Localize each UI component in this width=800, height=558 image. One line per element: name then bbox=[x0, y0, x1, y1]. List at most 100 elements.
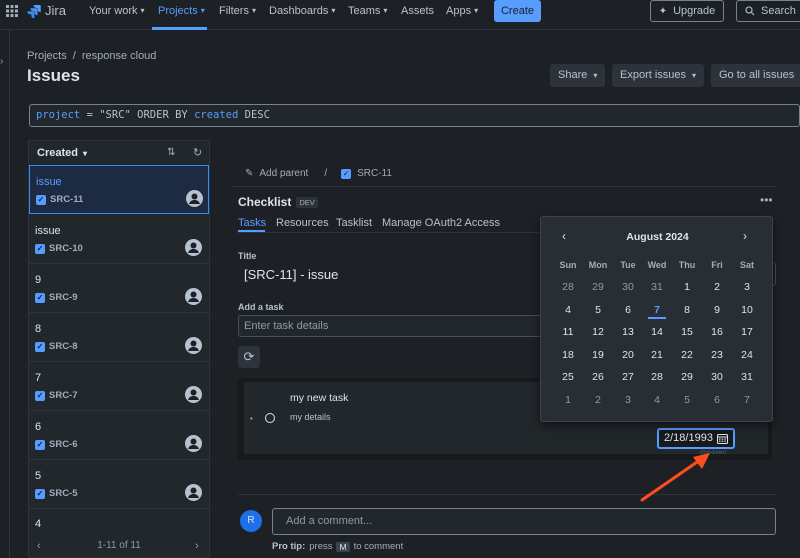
create-button[interactable]: Create bbox=[494, 0, 541, 22]
calendar-day[interactable]: 24 bbox=[732, 345, 762, 365]
calendar-day[interactable]: 11 bbox=[553, 322, 583, 342]
calendar-day[interactable]: 22 bbox=[672, 345, 702, 365]
issue-list-item[interactable]: 9 ✓ SRC-9 bbox=[29, 264, 209, 313]
calendar-day[interactable]: 20 bbox=[613, 345, 643, 365]
refresh-icon[interactable]: ↻ bbox=[193, 146, 202, 159]
issue-key-text: SRC-11 bbox=[50, 194, 84, 205]
calendar-day[interactable]: 19 bbox=[583, 345, 613, 365]
task-details-input[interactable]: Enter task details bbox=[238, 315, 542, 337]
add-parent-link[interactable]: Add parent bbox=[259, 168, 308, 179]
calendar-day[interactable]: 1 bbox=[553, 390, 583, 410]
checklist-title-text: Checklist bbox=[238, 195, 292, 209]
comment-input[interactable]: Add a comment... bbox=[272, 508, 776, 535]
issue-key-text: SRC-7 bbox=[49, 390, 78, 401]
nav-teams[interactable]: Teams ▾ bbox=[348, 0, 387, 22]
calendar-day[interactable]: 13 bbox=[613, 322, 643, 342]
title-field-value[interactable]: [SRC-11] - issue bbox=[244, 267, 338, 282]
issue-key-link[interactable]: SRC-11 bbox=[357, 168, 392, 179]
calendar-day[interactable]: 2 bbox=[583, 390, 613, 410]
share-button[interactable]: Share ▾ bbox=[550, 64, 606, 87]
calendar-month-title: August 2024 bbox=[626, 231, 689, 243]
nav-filters[interactable]: Filters ▾ bbox=[219, 0, 256, 22]
tab-tasks[interactable]: Tasks bbox=[238, 217, 266, 229]
jql-editor[interactable]: project = "SRC" ORDER BY created DESC bbox=[29, 104, 800, 127]
calendar-day[interactable]: 29 bbox=[583, 277, 613, 297]
sort-dropdown[interactable]: Created ▾ bbox=[37, 147, 87, 159]
more-icon[interactable]: ••• bbox=[760, 193, 773, 207]
calendar-day-today[interactable]: 7 bbox=[642, 300, 672, 320]
issue-list-item[interactable]: 7 ✓ SRC-7 bbox=[29, 362, 209, 411]
calendar-day[interactable]: 17 bbox=[732, 322, 762, 342]
calendar-day[interactable]: 29 bbox=[672, 367, 702, 387]
calendar-day[interactable]: 6 bbox=[702, 390, 732, 410]
nav-assets[interactable]: Assets bbox=[401, 0, 434, 22]
calendar-day[interactable]: 5 bbox=[672, 390, 702, 410]
issue-list-item[interactable]: issue ✓ SRC-10 bbox=[29, 215, 209, 264]
tab-manage-oauth2-access[interactable]: Manage OAuth2 Access bbox=[382, 217, 500, 229]
calendar-day[interactable]: 5 bbox=[583, 300, 613, 320]
task-complete-toggle[interactable] bbox=[265, 413, 275, 423]
calendar-day[interactable]: 9 bbox=[702, 300, 732, 320]
calendar-day[interactable]: 15 bbox=[672, 322, 702, 342]
nav-dashboards[interactable]: Dashboards ▾ bbox=[269, 0, 335, 22]
calendar-day[interactable]: 10 bbox=[732, 300, 762, 320]
sort-order-icon[interactable]: ⇅ bbox=[167, 147, 175, 158]
calendar-day[interactable]: 30 bbox=[702, 367, 732, 387]
nav-projects[interactable]: Projects ▾ bbox=[158, 0, 205, 22]
calendar-day[interactable]: 21 bbox=[642, 345, 672, 365]
calendar-day[interactable]: 31 bbox=[642, 277, 672, 297]
calendar-day[interactable]: 7 bbox=[732, 390, 762, 410]
next-page-icon[interactable]: › bbox=[195, 540, 199, 552]
calendar-day[interactable]: 27 bbox=[613, 367, 643, 387]
nav-apps[interactable]: Apps ▾ bbox=[446, 0, 478, 22]
go-to-all-issues-button[interactable]: Go to all issues bbox=[711, 64, 800, 87]
calendar-day[interactable]: 8 bbox=[672, 300, 702, 320]
refresh-tasks-button[interactable]: ⟳ bbox=[238, 346, 260, 368]
expand-sidebar-icon[interactable]: › bbox=[0, 56, 10, 68]
calendar-day[interactable]: 6 bbox=[613, 300, 643, 320]
calendar-day[interactable]: 3 bbox=[613, 390, 643, 410]
calendar-day[interactable]: 30 bbox=[613, 277, 643, 297]
issue-list-item[interactable]: 5 ✓ SRC-5 bbox=[29, 460, 209, 509]
calendar-day[interactable]: 16 bbox=[702, 322, 732, 342]
search-button[interactable]: Search bbox=[736, 0, 800, 22]
nav-label: Filters bbox=[219, 5, 249, 17]
calendar-day[interactable]: 25 bbox=[553, 367, 583, 387]
breadcrumb-separator: / bbox=[324, 168, 328, 179]
issue-list-item[interactable]: issue ✓ SRC-11 bbox=[29, 165, 209, 214]
calendar-day[interactable]: 14 bbox=[642, 322, 672, 342]
calendar-day[interactable]: 18 bbox=[553, 345, 583, 365]
calendar-day[interactable]: 28 bbox=[553, 277, 583, 297]
tab-tasklist[interactable]: Tasklist bbox=[336, 217, 372, 229]
breadcrumb-projects[interactable]: Projects bbox=[27, 50, 67, 62]
upgrade-button[interactable]: ✦ Upgrade bbox=[650, 0, 724, 22]
issue-list-item[interactable]: 4 bbox=[29, 509, 209, 537]
task-type-icon: ✓ bbox=[35, 488, 45, 499]
calendar-day[interactable]: 2 bbox=[702, 277, 732, 297]
export-issues-button[interactable]: Export issues ▾ bbox=[612, 64, 705, 87]
calendar-icon[interactable] bbox=[717, 433, 728, 444]
due-date-input[interactable]: 2/18/1993 bbox=[657, 428, 735, 449]
calendar-day[interactable]: 12 bbox=[583, 322, 613, 342]
chevron-down-icon: ▾ bbox=[593, 71, 598, 80]
issue-list-item[interactable]: 8 ✓ SRC-8 bbox=[29, 313, 209, 362]
calendar-day[interactable]: 3 bbox=[732, 277, 762, 297]
calendar-day[interactable]: 1 bbox=[672, 277, 702, 297]
nav-your-work[interactable]: Your work ▾ bbox=[89, 0, 145, 22]
jira-logo-icon bbox=[27, 4, 41, 18]
calendar-day[interactable]: 28 bbox=[642, 367, 672, 387]
calendar-day[interactable]: 31 bbox=[732, 367, 762, 387]
calendar-day[interactable]: 4 bbox=[553, 300, 583, 320]
calendar-day[interactable]: 26 bbox=[583, 367, 613, 387]
weekday-label: Mon bbox=[588, 260, 608, 270]
issue-list-item[interactable]: 6 ✓ SRC-6 bbox=[29, 411, 209, 460]
jira-logo[interactable]: Jira bbox=[27, 3, 66, 18]
breadcrumb-project[interactable]: response cloud bbox=[82, 50, 157, 62]
tab-resources[interactable]: Resources bbox=[276, 217, 329, 229]
calendar-day[interactable]: 23 bbox=[702, 345, 732, 365]
issue-title: issue bbox=[36, 176, 62, 188]
app-switcher-icon[interactable] bbox=[6, 5, 18, 17]
task-type-icon: ✓ bbox=[36, 194, 46, 205]
next-month-icon[interactable]: › bbox=[743, 229, 747, 243]
calendar-day[interactable]: 4 bbox=[642, 390, 672, 410]
